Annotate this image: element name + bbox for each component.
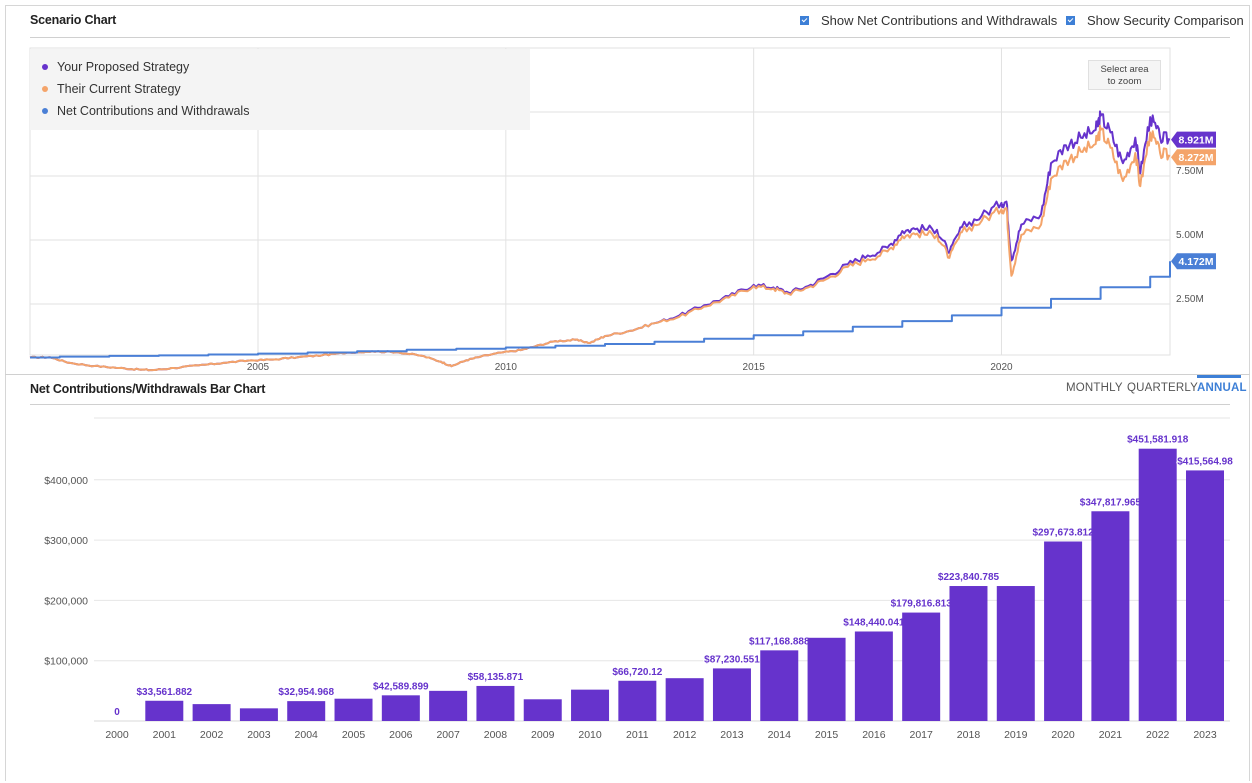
- zoom-button-line1: Select area: [1100, 64, 1149, 75]
- end-label-text: 4.172M: [1178, 256, 1213, 268]
- legend-item-proposed[interactable]: Your Proposed Strategy: [42, 60, 189, 74]
- tab-annual[interactable]: ANNUAL: [1197, 382, 1247, 394]
- x-tick-label: 2020: [990, 362, 1013, 373]
- proposed-end-label: 8.921M: [1171, 131, 1216, 148]
- proposed-strategy-line: [29, 110, 1171, 372]
- end-label-text: 8.921M: [1178, 135, 1213, 147]
- section-divider: [5, 374, 1250, 375]
- y-tick-label: 7.50M: [1176, 166, 1204, 177]
- select-area-zoom-button[interactable]: Select area to zoom: [1088, 60, 1161, 90]
- chart-legend: Your Proposed Strategy Their Current Str…: [30, 49, 530, 130]
- end-label-text: 8.272M: [1178, 152, 1213, 164]
- zoom-button-line2: to zoom: [1107, 76, 1142, 87]
- y-tick-label: 5.00M: [1176, 230, 1204, 241]
- legend-dot-icon: [42, 64, 48, 70]
- x-tick-label: 2010: [495, 362, 518, 373]
- legend-label: Net Contributions and Withdrawals: [57, 104, 250, 118]
- legend-item-contributions[interactable]: Net Contributions and Withdrawals: [42, 104, 249, 118]
- legend-label: Your Proposed Strategy: [57, 60, 190, 74]
- x-tick-label: 2005: [247, 362, 270, 373]
- tab-quarterly[interactable]: QUARTERLY: [1127, 382, 1198, 394]
- legend-item-current[interactable]: Their Current Strategy: [42, 82, 181, 96]
- current-end-label: 8.272M: [1171, 149, 1216, 166]
- legend-label: Their Current Strategy: [57, 82, 181, 96]
- current-strategy-line: [29, 124, 1171, 372]
- legend-dot-icon: [42, 86, 48, 92]
- bar-chart-title: Net Contributions/Withdrawals Bar Chart: [30, 382, 266, 396]
- contributions-line: [30, 261, 1171, 359]
- x-tick-label: 2015: [743, 362, 766, 373]
- tab-monthly[interactable]: MONTHLY: [1066, 382, 1123, 394]
- y-tick-label: 2.50M: [1176, 294, 1204, 305]
- bar-header-divider: [30, 404, 1230, 405]
- legend-dot-icon: [42, 108, 48, 114]
- contributions-end-label: 4.172M: [1171, 253, 1216, 270]
- active-tab-indicator: [1197, 375, 1241, 378]
